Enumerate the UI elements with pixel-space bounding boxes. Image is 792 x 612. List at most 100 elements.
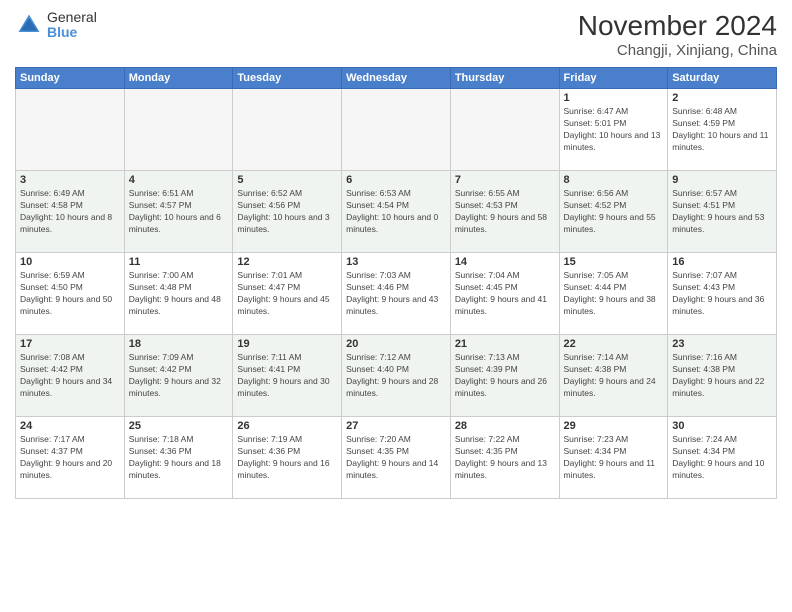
day-number: 6 <box>346 174 446 186</box>
col-thursday: Thursday <box>450 68 559 89</box>
day-info: Sunrise: 7:18 AM Sunset: 4:36 PM Dayligh… <box>129 434 229 482</box>
day-info: Sunrise: 6:55 AM Sunset: 4:53 PM Dayligh… <box>455 188 555 236</box>
calendar-week-row: 1 Sunrise: 6:47 AM Sunset: 5:01 PM Daylig… <box>16 89 777 171</box>
day-number: 30 <box>672 420 772 432</box>
calendar-week-row: 24Sunrise: 7:17 AM Sunset: 4:37 PM Dayli… <box>16 417 777 499</box>
calendar-week-row: 17Sunrise: 7:08 AM Sunset: 4:42 PM Dayli… <box>16 335 777 417</box>
day-info: Sunrise: 6:51 AM Sunset: 4:57 PM Dayligh… <box>129 188 229 236</box>
table-row: 7 Sunrise: 6:55 AM Sunset: 4:53 PM Daylig… <box>450 171 559 253</box>
table-row: 17Sunrise: 7:08 AM Sunset: 4:42 PM Dayli… <box>16 335 125 417</box>
day-number: 23 <box>672 338 772 350</box>
table-row: 14 Sunrise: 7:04 AM Sunset: 4:45 PM Dayli… <box>450 253 559 335</box>
day-number: 1 <box>564 92 664 104</box>
table-row: 5 Sunrise: 6:52 AM Sunset: 4:56 PM Daylig… <box>233 171 342 253</box>
logo-blue: Blue <box>47 25 97 40</box>
day-info: Sunrise: 7:12 AM Sunset: 4:40 PM Dayligh… <box>346 352 446 400</box>
col-saturday: Saturday <box>668 68 777 89</box>
day-info: Sunrise: 7:13 AM Sunset: 4:39 PM Dayligh… <box>455 352 555 400</box>
day-info: Sunrise: 6:47 AM Sunset: 5:01 PM Dayligh… <box>564 106 664 154</box>
table-row: 11 Sunrise: 7:00 AM Sunset: 4:48 PM Dayli… <box>124 253 233 335</box>
table-row: 3 Sunrise: 6:49 AM Sunset: 4:58 PM Daylig… <box>16 171 125 253</box>
table-row: 16Sunrise: 7:07 AM Sunset: 4:43 PM Dayli… <box>668 253 777 335</box>
col-friday: Friday <box>559 68 668 89</box>
table-row: 28Sunrise: 7:22 AM Sunset: 4:35 PM Dayli… <box>450 417 559 499</box>
table-row: 8 Sunrise: 6:56 AM Sunset: 4:52 PM Daylig… <box>559 171 668 253</box>
table-row: 24Sunrise: 7:17 AM Sunset: 4:37 PM Dayli… <box>16 417 125 499</box>
day-number: 15 <box>564 256 664 268</box>
day-number: 8 <box>564 174 664 186</box>
day-info: Sunrise: 6:59 AM Sunset: 4:50 PM Dayligh… <box>20 270 120 318</box>
day-info: Sunrise: 7:19 AM Sunset: 4:36 PM Dayligh… <box>237 434 337 482</box>
page: General Blue November 2024 Changji, Xinj… <box>0 0 792 612</box>
day-info: Sunrise: 7:04 AM Sunset: 4:45 PM Dayligh… <box>455 270 555 318</box>
day-number: 27 <box>346 420 446 432</box>
day-number: 2 <box>672 92 772 104</box>
day-number: 3 <box>20 174 120 186</box>
calendar-header-row: Sunday Monday Tuesday Wednesday Thursday… <box>16 68 777 89</box>
table-row: 10 Sunrise: 6:59 AM Sunset: 4:50 PM Dayli… <box>16 253 125 335</box>
table-row: 19 Sunrise: 7:11 AM Sunset: 4:41 PM Dayli… <box>233 335 342 417</box>
day-info: Sunrise: 7:00 AM Sunset: 4:48 PM Dayligh… <box>129 270 229 318</box>
day-info: Sunrise: 7:05 AM Sunset: 4:44 PM Dayligh… <box>564 270 664 318</box>
table-row: 25Sunrise: 7:18 AM Sunset: 4:36 PM Dayli… <box>124 417 233 499</box>
day-number: 22 <box>564 338 664 350</box>
day-number: 7 <box>455 174 555 186</box>
table-row: 30 Sunrise: 7:24 AM Sunset: 4:34 PM Dayli… <box>668 417 777 499</box>
day-info: Sunrise: 6:56 AM Sunset: 4:52 PM Dayligh… <box>564 188 664 236</box>
day-info: Sunrise: 7:22 AM Sunset: 4:35 PM Dayligh… <box>455 434 555 482</box>
day-number: 19 <box>237 338 337 350</box>
col-tuesday: Tuesday <box>233 68 342 89</box>
logo-icon <box>15 11 43 39</box>
table-row: 29 Sunrise: 7:23 AM Sunset: 4:34 PM Dayli… <box>559 417 668 499</box>
table-row: 9Sunrise: 6:57 AM Sunset: 4:51 PM Daylig… <box>668 171 777 253</box>
table-row <box>342 89 451 171</box>
day-number: 14 <box>455 256 555 268</box>
day-info: Sunrise: 6:53 AM Sunset: 4:54 PM Dayligh… <box>346 188 446 236</box>
day-info: Sunrise: 7:17 AM Sunset: 4:37 PM Dayligh… <box>20 434 120 482</box>
day-info: Sunrise: 7:24 AM Sunset: 4:34 PM Dayligh… <box>672 434 772 482</box>
col-wednesday: Wednesday <box>342 68 451 89</box>
day-number: 16 <box>672 256 772 268</box>
logo-text: General Blue <box>47 10 97 41</box>
table-row: 15 Sunrise: 7:05 AM Sunset: 4:44 PM Dayli… <box>559 253 668 335</box>
day-number: 29 <box>564 420 664 432</box>
day-info: Sunrise: 7:09 AM Sunset: 4:42 PM Dayligh… <box>129 352 229 400</box>
month-title: November 2024 <box>578 10 777 42</box>
table-row: 6 Sunrise: 6:53 AM Sunset: 4:54 PM Daylig… <box>342 171 451 253</box>
day-info: Sunrise: 7:23 AM Sunset: 4:34 PM Dayligh… <box>564 434 664 482</box>
calendar: Sunday Monday Tuesday Wednesday Thursday… <box>15 67 777 499</box>
calendar-week-row: 10 Sunrise: 6:59 AM Sunset: 4:50 PM Dayli… <box>16 253 777 335</box>
day-info: Sunrise: 7:01 AM Sunset: 4:47 PM Dayligh… <box>237 270 337 318</box>
col-monday: Monday <box>124 68 233 89</box>
day-info: Sunrise: 7:11 AM Sunset: 4:41 PM Dayligh… <box>237 352 337 400</box>
table-row: 27 Sunrise: 7:20 AM Sunset: 4:35 PM Dayli… <box>342 417 451 499</box>
table-row <box>450 89 559 171</box>
day-number: 4 <box>129 174 229 186</box>
day-info: Sunrise: 6:57 AM Sunset: 4:51 PM Dayligh… <box>672 188 772 236</box>
day-info: Sunrise: 6:48 AM Sunset: 4:59 PM Dayligh… <box>672 106 772 154</box>
day-number: 5 <box>237 174 337 186</box>
day-number: 10 <box>20 256 120 268</box>
day-info: Sunrise: 7:20 AM Sunset: 4:35 PM Dayligh… <box>346 434 446 482</box>
day-info: Sunrise: 7:03 AM Sunset: 4:46 PM Dayligh… <box>346 270 446 318</box>
table-row: 1 Sunrise: 6:47 AM Sunset: 5:01 PM Daylig… <box>559 89 668 171</box>
table-row: 21 Sunrise: 7:13 AM Sunset: 4:39 PM Dayli… <box>450 335 559 417</box>
day-number: 11 <box>129 256 229 268</box>
table-row <box>124 89 233 171</box>
table-row: 12 Sunrise: 7:01 AM Sunset: 4:47 PM Dayli… <box>233 253 342 335</box>
table-row: 13 Sunrise: 7:03 AM Sunset: 4:46 PM Dayli… <box>342 253 451 335</box>
day-number: 13 <box>346 256 446 268</box>
table-row: 2 Sunrise: 6:48 AM Sunset: 4:59 PM Daylig… <box>668 89 777 171</box>
day-info: Sunrise: 6:52 AM Sunset: 4:56 PM Dayligh… <box>237 188 337 236</box>
day-number: 12 <box>237 256 337 268</box>
table-row <box>16 89 125 171</box>
logo: General Blue <box>15 10 97 41</box>
table-row: 20Sunrise: 7:12 AM Sunset: 4:40 PM Dayli… <box>342 335 451 417</box>
day-info: Sunrise: 7:16 AM Sunset: 4:38 PM Dayligh… <box>672 352 772 400</box>
table-row: 26Sunrise: 7:19 AM Sunset: 4:36 PM Dayli… <box>233 417 342 499</box>
table-row: 18Sunrise: 7:09 AM Sunset: 4:42 PM Dayli… <box>124 335 233 417</box>
day-number: 21 <box>455 338 555 350</box>
day-info: Sunrise: 6:49 AM Sunset: 4:58 PM Dayligh… <box>20 188 120 236</box>
day-number: 17 <box>20 338 120 350</box>
col-sunday: Sunday <box>16 68 125 89</box>
